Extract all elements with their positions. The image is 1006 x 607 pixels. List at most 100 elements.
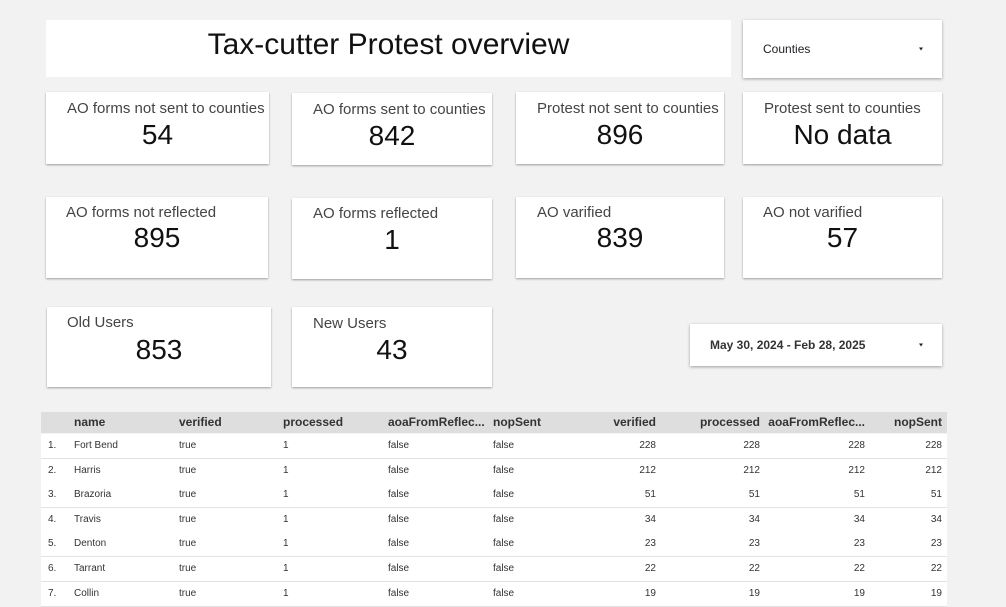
cell-verified: true: [179, 538, 197, 550]
column-header-aoafromreflected-count[interactable]: aoaFromReflec...: [768, 415, 865, 429]
table-row[interactable]: 7. Collin true 1 false false 19 19 19 19: [41, 581, 947, 607]
row-number: 1.: [48, 440, 57, 451]
row-number: 5.: [48, 538, 57, 550]
cell-nopsent-count: 22: [930, 563, 942, 574]
cell-nopsent: false: [493, 440, 515, 451]
kpi-ao-not-reflected: AO forms not reflected 895: [46, 197, 268, 278]
kpi-value: 1: [384, 224, 400, 255]
cell-nopsent-count: 19: [930, 587, 942, 599]
cell-name: Tarrant: [74, 563, 106, 574]
cell-name: Travis: [74, 513, 101, 525]
column-header-processed-count[interactable]: processed: [700, 415, 760, 429]
cell-aoafromreflected: false: [388, 440, 410, 451]
cell-verified-count: 212: [639, 464, 656, 476]
kpi-ao-sent: AO forms sent to counties 842: [292, 93, 492, 165]
cell-verified: true: [179, 587, 197, 599]
cell-verified-count: 34: [644, 513, 656, 525]
column-header-verified-count[interactable]: verified: [613, 415, 656, 429]
cell-name: Fort Bend: [74, 440, 118, 451]
date-range-picker[interactable]: May 30, 2024 - Feb 28, 2025: [690, 324, 942, 366]
kpi-label: New Users: [313, 315, 387, 332]
table-row[interactable]: 3. Brazoria true 1 false false 51 51 51 51: [41, 483, 947, 509]
title-card: Tax-cutter Protest overview: [46, 20, 731, 77]
column-header-nopsent-count[interactable]: nopSent: [894, 415, 942, 429]
cell-aoafromreflected: false: [388, 587, 410, 599]
cell-name: Harris: [74, 464, 101, 476]
cell-nopsent: false: [493, 489, 515, 501]
kpi-label: Protest not sent to counties: [537, 100, 719, 117]
table-row[interactable]: 5. Denton true 1 false false 23 23 23 23: [41, 532, 947, 558]
cell-name: Collin: [74, 587, 100, 599]
cell-verified-count: 23: [644, 538, 656, 550]
cell-aoafromreflected-count: 51: [853, 489, 865, 501]
kpi-value: 839: [596, 222, 644, 253]
counties-dropdown-label: Counties: [763, 42, 811, 56]
caret-down-icon: [919, 343, 923, 347]
column-header-nopsent[interactable]: nopSent: [493, 415, 541, 429]
cell-verified: true: [179, 489, 197, 501]
cell-processed-count: 23: [748, 538, 760, 550]
kpi-ao-not-verified: AO not varified 57: [743, 197, 942, 278]
cell-aoafromreflected: false: [388, 513, 410, 525]
cell-verified: true: [179, 464, 197, 476]
cell-verified-count: 19: [644, 587, 656, 599]
kpi-label: AO forms sent to counties: [313, 101, 486, 118]
cell-processed: 1: [283, 464, 289, 476]
cell-nopsent-count: 228: [925, 440, 942, 451]
cell-processed-count: 228: [743, 440, 760, 451]
row-number: 2.: [48, 464, 57, 476]
cell-aoafromreflected-count: 228: [848, 440, 865, 451]
cell-aoafromreflected-count: 23: [853, 538, 865, 550]
date-range-label: May 30, 2024 - Feb 28, 2025: [710, 338, 866, 352]
column-header-verified[interactable]: verified: [179, 415, 222, 429]
cell-nopsent: false: [493, 464, 515, 476]
kpi-old-users: Old Users 853: [47, 307, 271, 387]
cell-aoafromreflected: false: [388, 489, 410, 501]
cell-verified-count: 228: [639, 440, 656, 451]
row-number: 7.: [48, 587, 57, 599]
table-row[interactable]: 4. Travis true 1 false false 34 34 34 34: [41, 507, 947, 533]
cell-nopsent: false: [493, 513, 515, 525]
kpi-value: 895: [133, 222, 181, 253]
cell-aoafromreflected-count: 19: [853, 587, 865, 599]
cell-processed-count: 34: [748, 513, 760, 525]
column-header-aoafromreflected[interactable]: aoaFromReflec...: [388, 415, 485, 429]
row-number: 3.: [48, 489, 57, 501]
page-title: Tax-cutter Protest overview: [207, 28, 570, 61]
cell-processed: 1: [283, 440, 289, 451]
table-row[interactable]: 1. Fort Bend true 1 false false 228 228 228 228: [41, 434, 947, 459]
table-row[interactable]: 6. Tarrant true 1 false false 22 22 22 22: [41, 557, 947, 582]
column-header-processed[interactable]: processed: [283, 415, 343, 429]
cell-processed-count: 19: [748, 587, 760, 599]
cell-nopsent: false: [493, 538, 515, 550]
caret-down-icon: [919, 47, 923, 51]
cell-processed: 1: [283, 538, 289, 550]
kpi-label: Old Users: [67, 314, 134, 331]
kpi-protest-sent: Protest sent to counties No data: [743, 92, 942, 164]
table-row[interactable]: 2. Harris true 1 false false 212 212 212 212: [41, 458, 947, 484]
cell-processed-count: 22: [748, 563, 760, 574]
cell-aoafromreflected: false: [388, 563, 410, 574]
kpi-value: 853: [135, 334, 183, 365]
kpi-label: AO forms reflected: [313, 205, 439, 222]
column-header-name[interactable]: name: [74, 415, 105, 429]
cell-aoafromreflected: false: [388, 538, 410, 550]
cell-verified: true: [179, 563, 197, 574]
cell-verified: true: [179, 440, 197, 451]
cell-processed: 1: [283, 587, 289, 599]
cell-verified-count: 51: [644, 489, 656, 501]
kpi-value: 896: [596, 119, 644, 150]
cell-verified: true: [179, 513, 197, 525]
kpi-protest-not-sent: Protest not sent to counties 896: [516, 92, 724, 164]
kpi-value: 43: [376, 334, 408, 365]
cell-nopsent-count: 23: [930, 538, 942, 550]
kpi-value: 54: [141, 119, 174, 150]
cell-name: Denton: [74, 538, 107, 550]
cell-nopsent: false: [493, 587, 515, 599]
kpi-label: AO not varified: [763, 204, 863, 221]
kpi-value: No data: [793, 119, 892, 150]
kpi-value: 842: [368, 120, 416, 151]
kpi-new-users: New Users 43: [292, 307, 492, 387]
row-number: 4.: [48, 513, 57, 525]
counties-dropdown[interactable]: Counties: [743, 20, 942, 78]
